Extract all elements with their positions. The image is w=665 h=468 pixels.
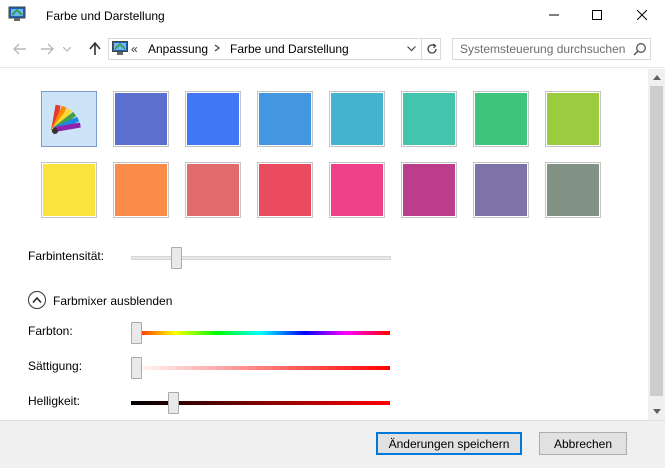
refresh-icon[interactable] [421,39,441,59]
color-swatch [331,93,383,145]
hue-label: Farbton: [28,324,73,338]
breadcrumb-overflow-icon[interactable]: « [131,42,138,56]
color-swatch [259,164,311,216]
color-tile[interactable] [473,162,529,218]
window-title: Farbe und Darstellung [46,9,165,23]
up-button[interactable] [84,38,106,60]
color-tile[interactable] [113,162,169,218]
maximize-button[interactable] [574,0,620,30]
forward-button[interactable] [36,38,58,60]
save-changes-button[interactable]: Änderungen speichern [376,432,522,455]
title-bar: Farbe und Darstellung [0,0,665,32]
recent-locations-chevron-icon[interactable] [60,38,74,60]
color-swatch [547,93,599,145]
brightness-label: Helligkeit: [28,394,81,408]
intensity-slider-thumb[interactable] [170,247,182,269]
cancel-button[interactable]: Abbrechen [539,432,627,455]
back-button[interactable] [9,38,31,60]
dialog-footer: Änderungen speichern Abbrechen [0,420,665,468]
navigation-bar: « Anpassung Farbe und Darstellung System… [0,32,665,68]
color-swatch [403,93,455,145]
vertical-scrollbar[interactable] [648,69,665,420]
address-dropdown-icon[interactable] [403,39,419,59]
hue-slider-thumb[interactable] [131,322,142,344]
color-swatch [259,93,311,145]
color-swatch [43,164,95,216]
search-input[interactable]: Systemsteuerung durchsuchen [452,38,651,60]
color-swatch [331,164,383,216]
color-swatch [475,93,527,145]
color-tile[interactable] [401,162,457,218]
mixer-toggle-label[interactable]: Farbmixer ausblenden [53,294,172,308]
collapse-mixer-button[interactable] [28,291,46,309]
scroll-up-icon[interactable] [648,69,665,86]
color-swatch [187,164,239,216]
control-panel-icon [8,6,26,22]
color-palette-icon [51,104,81,134]
color-tile[interactable] [401,91,457,147]
color-tile[interactable] [329,91,385,147]
color-tile[interactable] [185,91,241,147]
intensity-label: Farbintensität: [28,249,105,263]
search-icon[interactable] [633,42,647,56]
color-tile[interactable] [113,91,169,147]
color-tile[interactable] [329,162,385,218]
color-swatch [547,164,599,216]
color-tile[interactable] [185,162,241,218]
breadcrumb-separator-icon[interactable] [214,41,220,58]
search-placeholder: Systemsteuerung durchsuchen [460,42,626,56]
breadcrumb-item-anpassung[interactable]: Anpassung [148,42,208,56]
color-swatch [187,93,239,145]
hue-slider-track[interactable] [131,331,390,335]
color-tile[interactable] [41,162,97,218]
saturation-label: Sättigung: [28,359,83,373]
control-panel-icon [112,41,128,56]
chevron-up-icon [32,297,42,303]
saturation-slider-track[interactable] [131,366,390,370]
color-swatch [403,164,455,216]
saturation-slider-thumb[interactable] [131,357,142,379]
color-tile[interactable] [257,91,313,147]
color-tile[interactable] [545,162,601,218]
color-swatch [115,164,167,216]
color-tile-automatic[interactable] [41,91,97,147]
brightness-slider-thumb[interactable] [168,392,180,414]
address-bar[interactable]: « Anpassung Farbe und Darstellung [108,38,441,60]
minimize-button[interactable] [531,0,577,30]
color-swatch [475,164,527,216]
scrollbar-thumb[interactable] [650,86,663,396]
color-tile[interactable] [473,91,529,147]
color-swatch [44,94,94,144]
color-settings-panel: Farbintensität: Farbmixer ausblenden Far… [0,69,648,420]
color-tile[interactable] [257,162,313,218]
color-swatch [115,93,167,145]
breadcrumb-item-farbe[interactable]: Farbe und Darstellung [230,42,349,56]
scroll-down-icon[interactable] [648,403,665,420]
close-button[interactable] [619,0,665,30]
color-tile[interactable] [545,91,601,147]
